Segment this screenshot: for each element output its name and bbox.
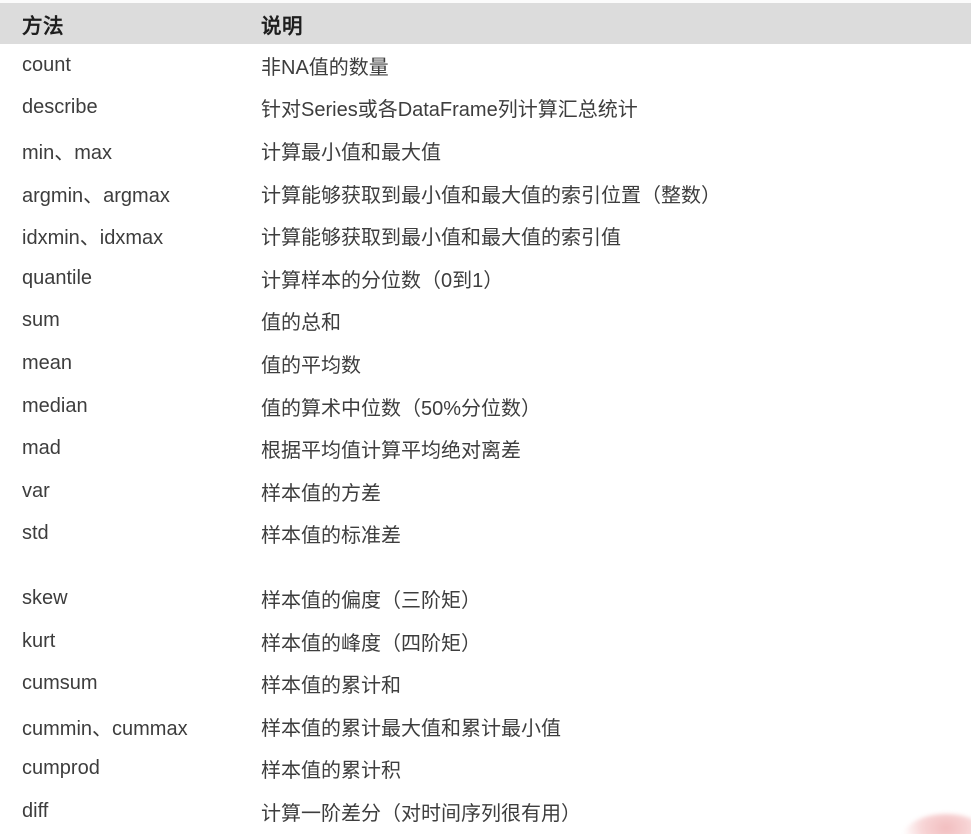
table-row: median 值的算术中位数（50%分位数） <box>0 385 971 428</box>
cell-description: 非NA值的数量 <box>261 56 389 79</box>
cell-method: min、max <box>22 141 113 164</box>
cell-method: var <box>22 479 50 502</box>
cell-method: mad <box>22 437 61 460</box>
cell-description: 值的总和 <box>261 312 341 335</box>
cell-method: count <box>22 53 71 76</box>
table-row: mad 根据平均值计算平均绝对离差 <box>0 427 971 470</box>
table-row: sum 值的总和 <box>0 300 971 343</box>
cell-method: cumprod <box>22 757 100 780</box>
document-page: 方法 说明 count 非NA值的数量 describe 针对Series或各D… <box>0 0 971 834</box>
cell-description: 样本值的累计积 <box>261 760 401 783</box>
cell-method: median <box>22 394 88 417</box>
statistics-methods-table: 方法 说明 count 非NA值的数量 describe 针对Series或各D… <box>0 3 971 834</box>
cell-description: 值的平均数 <box>261 354 361 377</box>
cell-method: std <box>22 522 49 545</box>
cell-description: 根据平均值计算平均绝对离差 <box>261 440 521 463</box>
table-row: cumprod 样本值的累计积 <box>0 748 971 791</box>
column-header-method: 方法 <box>22 14 64 38</box>
table-row: idxmin、idxmax 计算能够获取到最小值和最大值的索引值 <box>0 214 971 257</box>
table-row: min、max 计算最小值和最大值 <box>0 129 971 172</box>
cell-description: 针对Series或各DataFrame列计算汇总统计 <box>261 99 638 122</box>
cell-description: 计算一阶差分（对时间序列很有用） <box>261 802 581 825</box>
table-row: count 非NA值的数量 <box>0 44 971 87</box>
table-row: diff 计算一阶差分（对时间序列很有用） <box>0 790 971 833</box>
cell-description: 计算样本的分位数（0到1） <box>261 269 504 292</box>
cell-method: cummin、cummax <box>22 717 188 740</box>
cell-method: describe <box>22 96 98 119</box>
table-row: skew 样本值的偏度（三阶矩） <box>0 577 971 620</box>
cell-method: diff <box>22 799 49 822</box>
table-row: quantile 计算样本的分位数（0到1） <box>0 257 971 300</box>
column-header-description: 说明 <box>261 14 303 38</box>
cell-method: cumsum <box>22 672 98 695</box>
section-break <box>0 555 971 577</box>
cell-method: skew <box>22 586 68 609</box>
cell-description: 计算最小值和最大值 <box>261 141 441 164</box>
table-row: mean 值的平均数 <box>0 342 971 385</box>
cell-method: sum <box>22 309 60 332</box>
cell-method: idxmin、idxmax <box>22 227 164 250</box>
table-row: var 样本值的方差 <box>0 470 971 513</box>
cell-method: kurt <box>22 629 56 652</box>
table-row: cummin、cummax 样本值的累计最大值和累计最小值 <box>0 705 971 748</box>
cell-method: mean <box>22 351 73 374</box>
cell-description: 计算能够获取到最小值和最大值的索引位置（整数） <box>261 184 721 207</box>
table-row: describe 针对Series或各DataFrame列计算汇总统计 <box>0 87 971 130</box>
cell-description: 样本值的标准差 <box>261 525 401 548</box>
cell-description: 样本值的累计最大值和累计最小值 <box>261 717 561 740</box>
cell-description: 样本值的方差 <box>261 482 381 505</box>
cell-description: 值的算术中位数（50%分位数） <box>261 397 542 420</box>
table-row: std 样本值的标准差 <box>0 513 971 556</box>
cell-method: argmin、argmax <box>22 184 170 207</box>
cell-description: 样本值的峰度（四阶矩） <box>261 632 481 655</box>
table-row: cumsum 样本值的累计和 <box>0 662 971 705</box>
table-header-row: 方法 说明 <box>0 3 971 44</box>
cell-description: 样本值的累计和 <box>261 675 401 698</box>
cell-description: 计算能够获取到最小值和最大值的索引值 <box>261 227 621 250</box>
cell-method: quantile <box>22 266 93 289</box>
table-row: argmin、argmax 计算能够获取到最小值和最大值的索引位置（整数） <box>0 172 971 215</box>
cell-description: 样本值的偏度（三阶矩） <box>261 589 481 612</box>
table-row: kurt 样本值的峰度（四阶矩） <box>0 620 971 663</box>
